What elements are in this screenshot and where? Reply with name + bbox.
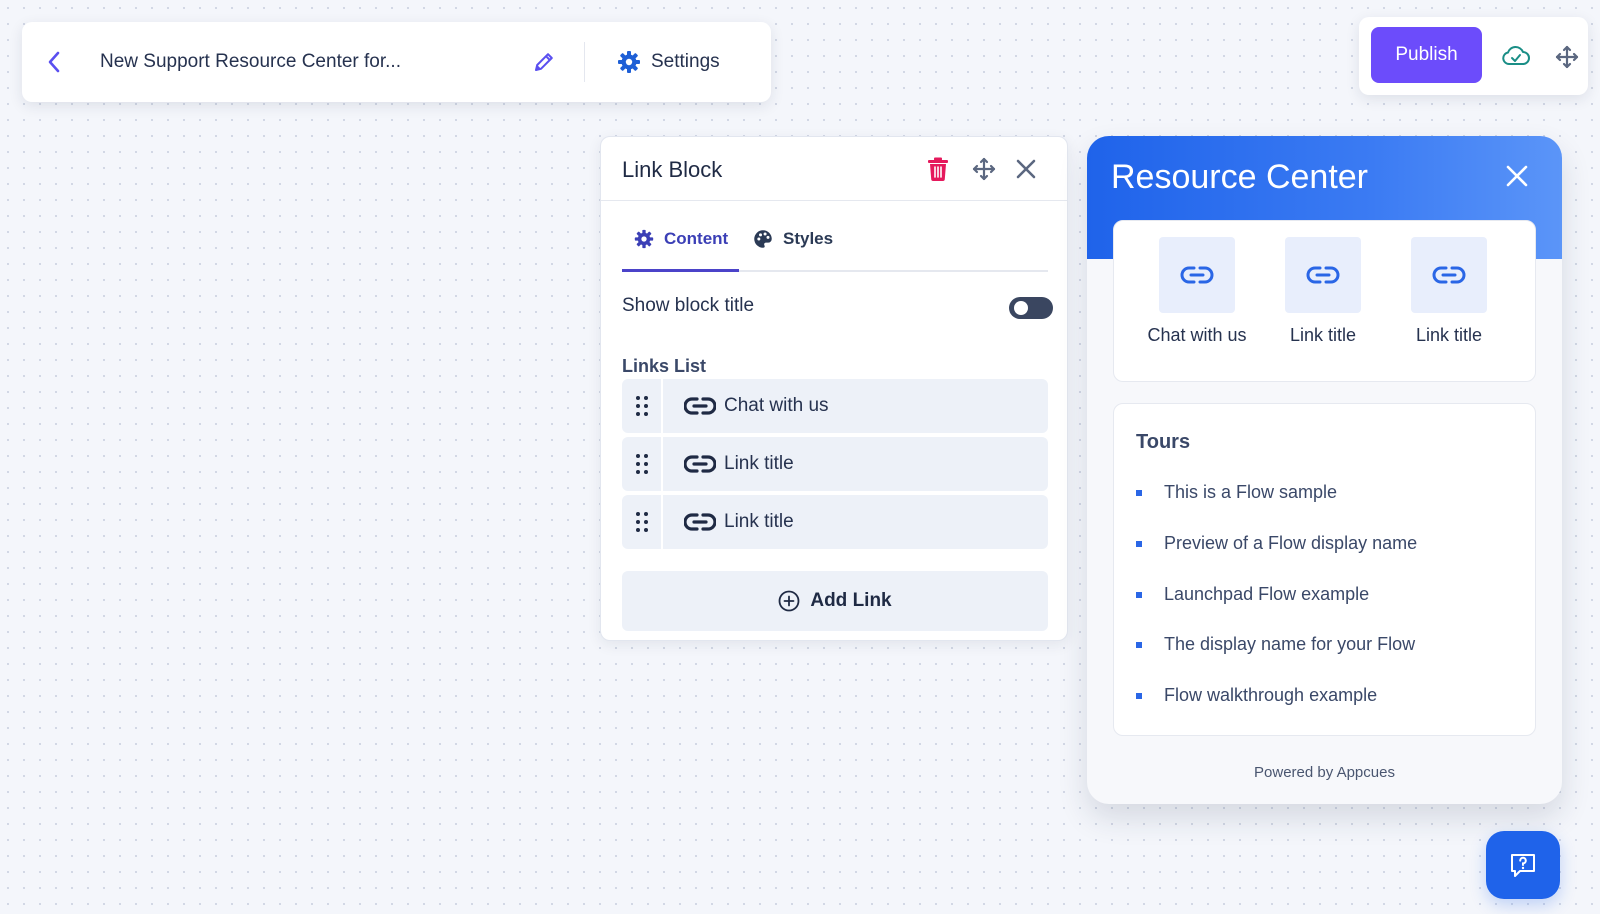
- link-icon: [684, 396, 716, 416]
- resource-center-link[interactable]: Chat with us: [1142, 237, 1252, 346]
- tour-item[interactable]: The display name for your Flow: [1136, 634, 1415, 655]
- show-block-title-label: Show block title: [622, 295, 755, 316]
- bullet-icon: [1136, 641, 1142, 648]
- resource-center-link-label: Link title: [1289, 325, 1357, 345]
- tour-item-label: Preview of a Flow display name: [1164, 533, 1418, 553]
- resource-center-links-card: Chat with us Link title Link title: [1113, 220, 1536, 382]
- rename-button[interactable]: [524, 42, 564, 82]
- panel-title: Link Block: [622, 157, 723, 182]
- tab-content-label: Content: [664, 229, 729, 248]
- drag-handle-icon[interactable]: [622, 437, 661, 491]
- tour-item[interactable]: Preview of a Flow display name: [1136, 533, 1417, 554]
- settings-label: Settings: [651, 51, 720, 72]
- close-icon[interactable]: [1505, 164, 1529, 188]
- tour-item[interactable]: Launchpad Flow example: [1136, 584, 1369, 605]
- resource-center-widget: Resource Center Chat with us Link title: [1087, 136, 1562, 804]
- drag-handle-icon[interactable]: [622, 379, 661, 433]
- tour-item[interactable]: This is a Flow sample: [1136, 482, 1337, 503]
- move-icon[interactable]: [1555, 45, 1579, 69]
- resource-center-link-label: Chat with us: [1147, 325, 1247, 345]
- link-icon: [1432, 265, 1466, 285]
- tour-item-label: Flow walkthrough example: [1164, 685, 1378, 705]
- publish-bar: Publish: [1359, 17, 1588, 95]
- bullet-icon: [1136, 591, 1142, 598]
- link-icon: [684, 454, 716, 474]
- panel-header: Link Block: [601, 137, 1067, 201]
- back-button[interactable]: [26, 22, 82, 102]
- link-block-panel: Link Block Content Styles Show block tit…: [600, 136, 1068, 641]
- link-item-label: Link title: [724, 511, 794, 532]
- trash-icon[interactable]: [927, 157, 949, 181]
- link-row: Link title: [622, 495, 1048, 549]
- flow-name: New Support Resource Center for...: [100, 51, 401, 72]
- tours-heading: Tours: [1136, 431, 1191, 453]
- plus-circle-icon: [778, 590, 800, 612]
- help-button[interactable]: [1486, 831, 1560, 899]
- pencil-icon: [532, 50, 556, 74]
- header-divider: [584, 42, 585, 82]
- settings-button[interactable]: Settings: [617, 50, 720, 74]
- link-tile: [1159, 237, 1235, 313]
- tours-card: Tours This is a Flow sample Preview of a…: [1113, 403, 1536, 736]
- add-link-label: Add Link: [810, 590, 892, 611]
- powered-by-label: Powered by Appcues: [1254, 764, 1395, 781]
- link-icon: [1306, 265, 1340, 285]
- link-item-label: Link title: [724, 453, 794, 474]
- show-block-title-toggle[interactable]: [1009, 297, 1053, 319]
- drag-handle-icon[interactable]: [622, 495, 661, 549]
- palette-icon: [753, 229, 773, 249]
- link-tile: [1285, 237, 1361, 313]
- resource-center-title: Resource Center: [1111, 158, 1369, 196]
- publish-button[interactable]: Publish: [1371, 27, 1482, 83]
- link-icon: [684, 512, 716, 532]
- bullet-icon: [1136, 540, 1142, 547]
- tab-styles-label: Styles: [783, 229, 834, 248]
- tab-styles[interactable]: Styles: [753, 229, 833, 249]
- panel-tabs: Content Styles: [622, 202, 1048, 272]
- link-row: Link title: [622, 437, 1048, 491]
- close-icon[interactable]: [1015, 158, 1037, 180]
- links-list-heading: Links List: [622, 356, 707, 376]
- resource-center-link[interactable]: Link title: [1394, 237, 1504, 346]
- gear-icon: [634, 229, 654, 249]
- tour-item-label: This is a Flow sample: [1164, 482, 1338, 502]
- resource-center-link-label: Link title: [1415, 325, 1483, 345]
- chevron-left-icon: [47, 51, 61, 73]
- bullet-icon: [1136, 692, 1142, 699]
- add-link-button[interactable]: Add Link: [622, 571, 1048, 631]
- link-item[interactable]: Link title: [663, 495, 1048, 549]
- link-item[interactable]: Chat with us: [663, 379, 1048, 433]
- toggle-knob: [1014, 301, 1028, 315]
- bullet-icon: [1136, 489, 1142, 496]
- tab-content[interactable]: Content: [634, 229, 728, 249]
- resource-center-link[interactable]: Link title: [1268, 237, 1378, 346]
- active-tab-indicator: [622, 269, 739, 272]
- link-item-label: Chat with us: [724, 395, 829, 416]
- link-row: Chat with us: [622, 379, 1048, 433]
- link-icon: [1180, 265, 1214, 285]
- tour-item-label: Launchpad Flow example: [1164, 584, 1370, 604]
- link-tile: [1411, 237, 1487, 313]
- move-icon[interactable]: [972, 157, 996, 181]
- gear-icon: [617, 50, 641, 74]
- tour-item[interactable]: Flow walkthrough example: [1136, 685, 1377, 706]
- editor-header: New Support Resource Center for... Setti…: [22, 22, 771, 102]
- help-chat-icon: [1509, 851, 1537, 879]
- link-item[interactable]: Link title: [663, 437, 1048, 491]
- tour-item-label: The display name for your Flow: [1164, 634, 1416, 654]
- cloud-check-icon[interactable]: [1501, 44, 1531, 68]
